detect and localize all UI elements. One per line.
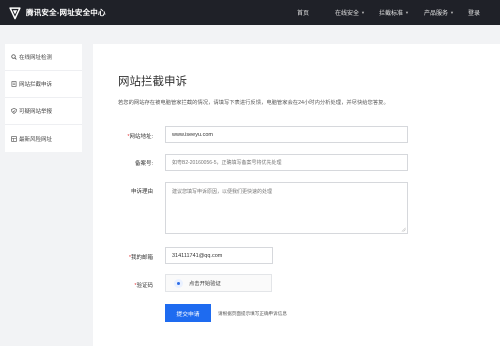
- url-input[interactable]: www.iseeyu.com: [165, 126, 408, 143]
- resize-handle-icon[interactable]: [401, 227, 406, 232]
- search-icon: [11, 54, 17, 60]
- email-label-text: 我的邮箱: [130, 255, 153, 261]
- top-navbar: 腾讯安全-网址安全中心 首页 在线安全 ▼ 拦截标准 ▼ 产品服务 ▼ 登录: [0, 0, 500, 25]
- brand-name: 腾讯安全-网址安全中心: [26, 8, 106, 17]
- captcha-label-text: 验证码: [136, 283, 153, 289]
- page-title: 网站拦截申诉: [118, 76, 187, 88]
- submit-button-label: 提交申请: [176, 311, 200, 318]
- captcha-label: *验证码: [93, 281, 153, 289]
- sidebar-item-latest-risks[interactable]: 最新风险网址: [5, 125, 82, 152]
- nav-item-label: 拦截标准: [379, 11, 404, 17]
- nav-item-label: 在线安全: [335, 11, 360, 17]
- email-input-value: 314111741@qq.com: [172, 252, 223, 259]
- submit-hint: 请根据页面提示填写正确申诉信息: [218, 311, 287, 316]
- url-label-text: 网站地址:: [129, 134, 153, 140]
- email-label: *我的邮箱: [93, 253, 153, 261]
- sidebar-item-url-check[interactable]: 在线网址检测: [5, 44, 82, 71]
- chevron-down-icon: ▼: [361, 10, 365, 15]
- nav-item-online-security[interactable]: 在线安全 ▼: [335, 8, 375, 17]
- captcha-status-icon: [174, 278, 183, 288]
- nav-item-products[interactable]: 产品服务 ▼: [424, 8, 464, 17]
- url-label: *网站地址:: [93, 132, 153, 140]
- sidebar-item-appeal[interactable]: 网站拦截申诉: [5, 71, 82, 98]
- icp-label: 备案号:: [134, 161, 153, 167]
- reason-textarea[interactable]: 建议您填写申诉原因，以便我们更快速的处理: [165, 182, 408, 234]
- chevron-down-icon: ▼: [405, 10, 409, 15]
- reason-label: 申诉理由: [130, 189, 153, 195]
- tencent-security-logo-icon: [9, 6, 21, 19]
- sidebar-item-report[interactable]: 可疑网站举报: [5, 98, 82, 125]
- sidebar-item-label: 网站拦截申诉: [19, 82, 53, 88]
- page-description: 若您的网站存在被电脑管家拦截的情况，请填写下表进行反馈，电脑管家会在24小时内分…: [118, 100, 389, 106]
- sidebar-item-label: 最新风险网址: [19, 136, 53, 143]
- nav-item-home[interactable]: 首页: [297, 8, 327, 17]
- submit-button[interactable]: 提交申请: [165, 304, 211, 322]
- chevron-down-icon: ▼: [450, 10, 454, 15]
- sidebar-item-label: 在线网址检测: [19, 55, 53, 61]
- nav-item-login[interactable]: 登录: [468, 8, 488, 17]
- email-input[interactable]: 314111741@qq.com: [165, 247, 273, 264]
- list-icon: [11, 135, 17, 142]
- nav-item-block-standards[interactable]: 拦截标准 ▼: [379, 8, 419, 17]
- url-input-value: www.iseeyu.com: [172, 131, 213, 138]
- appeal-form-panel: 网站拦截申诉 若您的网站存在被电脑管家拦截的情况，请填写下表进行反馈，电脑管家会…: [93, 44, 500, 346]
- sidebar: 在线网址检测 网站拦截申诉 可疑网站举报 最新风险网址: [5, 44, 82, 152]
- nav-item-label: 首页: [297, 11, 310, 17]
- brand-logo[interactable]: 腾讯安全-网址安全中心: [8, 6, 106, 20]
- icp-input[interactable]: 如粤B2-20160056-5，正确填写备案号将优先处理: [165, 154, 408, 171]
- nav-item-label: 登录: [468, 11, 481, 17]
- reason-textarea-placeholder: 建议您填写申诉原因，以便我们更快速的处理: [172, 189, 273, 195]
- sidebar-item-label: 可疑网站举报: [19, 109, 53, 115]
- document-icon: [11, 81, 17, 87]
- captcha-widget[interactable]: 点击开始验证: [165, 274, 272, 292]
- captcha-text: 点击开始验证: [189, 281, 221, 287]
- shield-icon: [11, 108, 17, 114]
- nav-item-label: 产品服务: [424, 11, 449, 17]
- icp-input-placeholder: 如粤B2-20160056-5，正确填写备案号将优先处理: [172, 160, 282, 166]
